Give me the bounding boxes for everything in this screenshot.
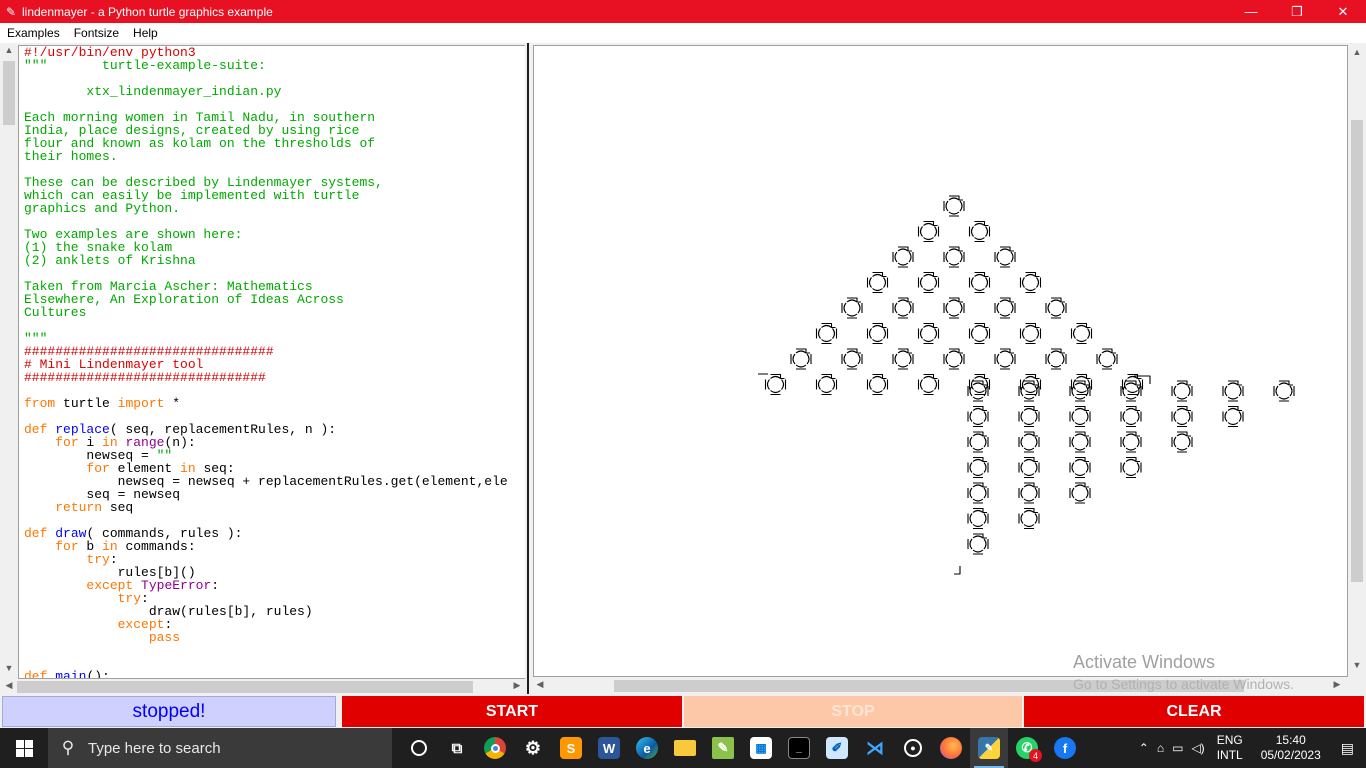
code-line: def main(): bbox=[24, 669, 110, 679]
file-explorer-icon[interactable] bbox=[666, 728, 704, 768]
kolam-drawing bbox=[758, 195, 1295, 575]
taskbar-search-box[interactable]: ⚲ Type here to search bbox=[48, 728, 392, 768]
code-line: Cultures bbox=[24, 305, 87, 320]
menu-examples[interactable]: Examples bbox=[0, 26, 67, 40]
python-turtle-icon[interactable]: ✎ bbox=[970, 728, 1008, 768]
menu-fontsize[interactable]: Fontsize bbox=[67, 26, 126, 40]
kolam-curve bbox=[758, 195, 1295, 575]
chevron-up-icon[interactable]: ⌃ bbox=[1135, 741, 1153, 755]
canvas-vertical-scrollbar[interactable]: ▲ ▼ bbox=[1348, 45, 1366, 677]
code-line: their homes. bbox=[24, 149, 118, 164]
clock-time: 15:40 bbox=[1275, 733, 1306, 747]
clock[interactable]: 15:40 05/02/2023 bbox=[1251, 733, 1331, 763]
notepad-icon[interactable]: ✎ bbox=[704, 728, 742, 768]
clock-date: 05/02/2023 bbox=[1260, 748, 1321, 762]
chrome-icon[interactable] bbox=[476, 728, 514, 768]
language-indicator[interactable]: ENG INTL bbox=[1209, 733, 1251, 763]
scroll-right-icon[interactable]: ▶ bbox=[1328, 679, 1346, 690]
obs-icon[interactable]: ● bbox=[894, 728, 932, 768]
canvas-panel: ▲ ▼ ◀ ▶ bbox=[531, 43, 1366, 694]
vscode-icon[interactable]: ⋊ bbox=[856, 728, 894, 768]
scroll-left-icon[interactable]: ◀ bbox=[531, 679, 549, 690]
code-vertical-scrollbar[interactable]: ▲ ▼ bbox=[0, 43, 18, 679]
menu-help[interactable]: Help bbox=[126, 26, 165, 40]
windows-logo-icon bbox=[15, 739, 33, 757]
settings-icon[interactable]: ⚙ bbox=[514, 728, 552, 768]
start-button[interactable]: START bbox=[342, 696, 682, 727]
task-view-icon[interactable]: ⧉ bbox=[438, 728, 476, 768]
taskbar: ⚲ Type here to search ⧉ ⚙ S W e ✎ ▦ _ ✐ … bbox=[0, 728, 1366, 768]
firefox-icon[interactable] bbox=[932, 728, 970, 768]
code-line: (2) anklets of Krishna bbox=[24, 253, 196, 268]
windows-start-button[interactable] bbox=[0, 728, 48, 768]
system-tray: ⌃ ⌂ ▭ ◁) ENG INTL 15:40 05/02/2023 ▤ bbox=[1135, 728, 1366, 768]
close-button[interactable]: ✕ bbox=[1320, 0, 1366, 23]
code-line: """ turtle-example-suite: bbox=[24, 58, 266, 73]
scrollbar-thumb[interactable] bbox=[17, 681, 473, 693]
sublime-icon[interactable]: S bbox=[552, 728, 590, 768]
word-icon[interactable]: W bbox=[590, 728, 628, 768]
scroll-up-icon[interactable]: ▲ bbox=[1348, 47, 1366, 57]
scroll-right-icon[interactable]: ▶ bbox=[508, 680, 526, 691]
menu-bar: Examples Fontsize Help bbox=[0, 23, 1366, 43]
code-panel: ▲ ▼ #!/usr/bin/env python3 """ turtle-exa… bbox=[0, 43, 531, 694]
scroll-down-icon[interactable]: ▼ bbox=[0, 663, 18, 673]
window-title: lindenmayer - a Python turtle graphics e… bbox=[22, 4, 273, 19]
paint-icon[interactable]: ✐ bbox=[818, 728, 856, 768]
minimize-button[interactable]: — bbox=[1228, 0, 1274, 23]
control-bar: stopped! START STOP CLEAR bbox=[0, 694, 1366, 728]
scroll-up-icon[interactable]: ▲ bbox=[0, 45, 18, 55]
cortana-icon[interactable] bbox=[400, 728, 438, 768]
code-line: return seq bbox=[55, 500, 134, 515]
scroll-down-icon[interactable]: ▼ bbox=[1348, 660, 1366, 670]
edge-icon[interactable]: e bbox=[628, 728, 666, 768]
window-controls: — ❐ ✕ bbox=[1228, 0, 1366, 23]
keyboard-layout: INTL bbox=[1216, 748, 1243, 762]
scroll-left-icon[interactable]: ◀ bbox=[0, 680, 18, 691]
turtle-canvas[interactable] bbox=[533, 45, 1348, 677]
code-editor[interactable]: #!/usr/bin/env python3 """ turtle-example… bbox=[18, 45, 528, 679]
code-text: #!/usr/bin/env python3 """ turtle-example… bbox=[24, 46, 508, 679]
status-label: stopped! bbox=[2, 696, 336, 727]
code-horizontal-scrollbar[interactable]: ◀ ▶ bbox=[0, 679, 525, 694]
code-line: Elsewhere, An Exploration of Ideas Acros… bbox=[24, 292, 344, 307]
code-line: graphics and Python. bbox=[24, 201, 181, 216]
terminal-icon[interactable]: _ bbox=[780, 728, 818, 768]
facebook-icon[interactable]: f bbox=[1046, 728, 1084, 768]
language-code: ENG bbox=[1216, 733, 1243, 747]
search-icon: ⚲ bbox=[61, 738, 75, 757]
volume-icon[interactable]: ◁) bbox=[1187, 741, 1208, 755]
maximize-button[interactable]: ❐ bbox=[1274, 0, 1320, 23]
scrollbar-thumb[interactable] bbox=[1351, 120, 1363, 582]
feather-icon: ✎ bbox=[5, 4, 17, 19]
activate-windows-title: Activate Windows bbox=[1073, 652, 1216, 672]
search-placeholder: Type here to search bbox=[88, 739, 221, 757]
battery-icon[interactable]: ▭ bbox=[1168, 741, 1187, 755]
store-icon[interactable]: ▦ bbox=[742, 728, 780, 768]
notifications-icon[interactable]: ▤ bbox=[1331, 740, 1366, 757]
code-line: ############################### bbox=[24, 370, 266, 385]
activate-windows-subtitle: Go to Settings to activate Windows. bbox=[1073, 676, 1294, 692]
stop-button[interactable]: STOP bbox=[684, 696, 1022, 727]
network-icon[interactable]: ⌂ bbox=[1153, 741, 1168, 755]
code-line: xtx_lindenmayer_indian.py bbox=[24, 84, 282, 99]
scrollbar-thumb[interactable] bbox=[3, 61, 15, 125]
whatsapp-icon[interactable]: ✆ 4 bbox=[1008, 728, 1046, 768]
clear-button[interactable]: CLEAR bbox=[1024, 696, 1364, 727]
title-bar: ✎ lindenmayer - a Python turtle graphics… bbox=[0, 0, 1366, 23]
code-line: from turtle import * bbox=[24, 396, 181, 411]
taskbar-apps: ⧉ ⚙ S W e ✎ ▦ _ ✐ ⋊ ● ✎ ✆ 4 f bbox=[400, 728, 1084, 768]
code-line: pass bbox=[148, 630, 181, 645]
notification-badge: 4 bbox=[1029, 749, 1042, 762]
